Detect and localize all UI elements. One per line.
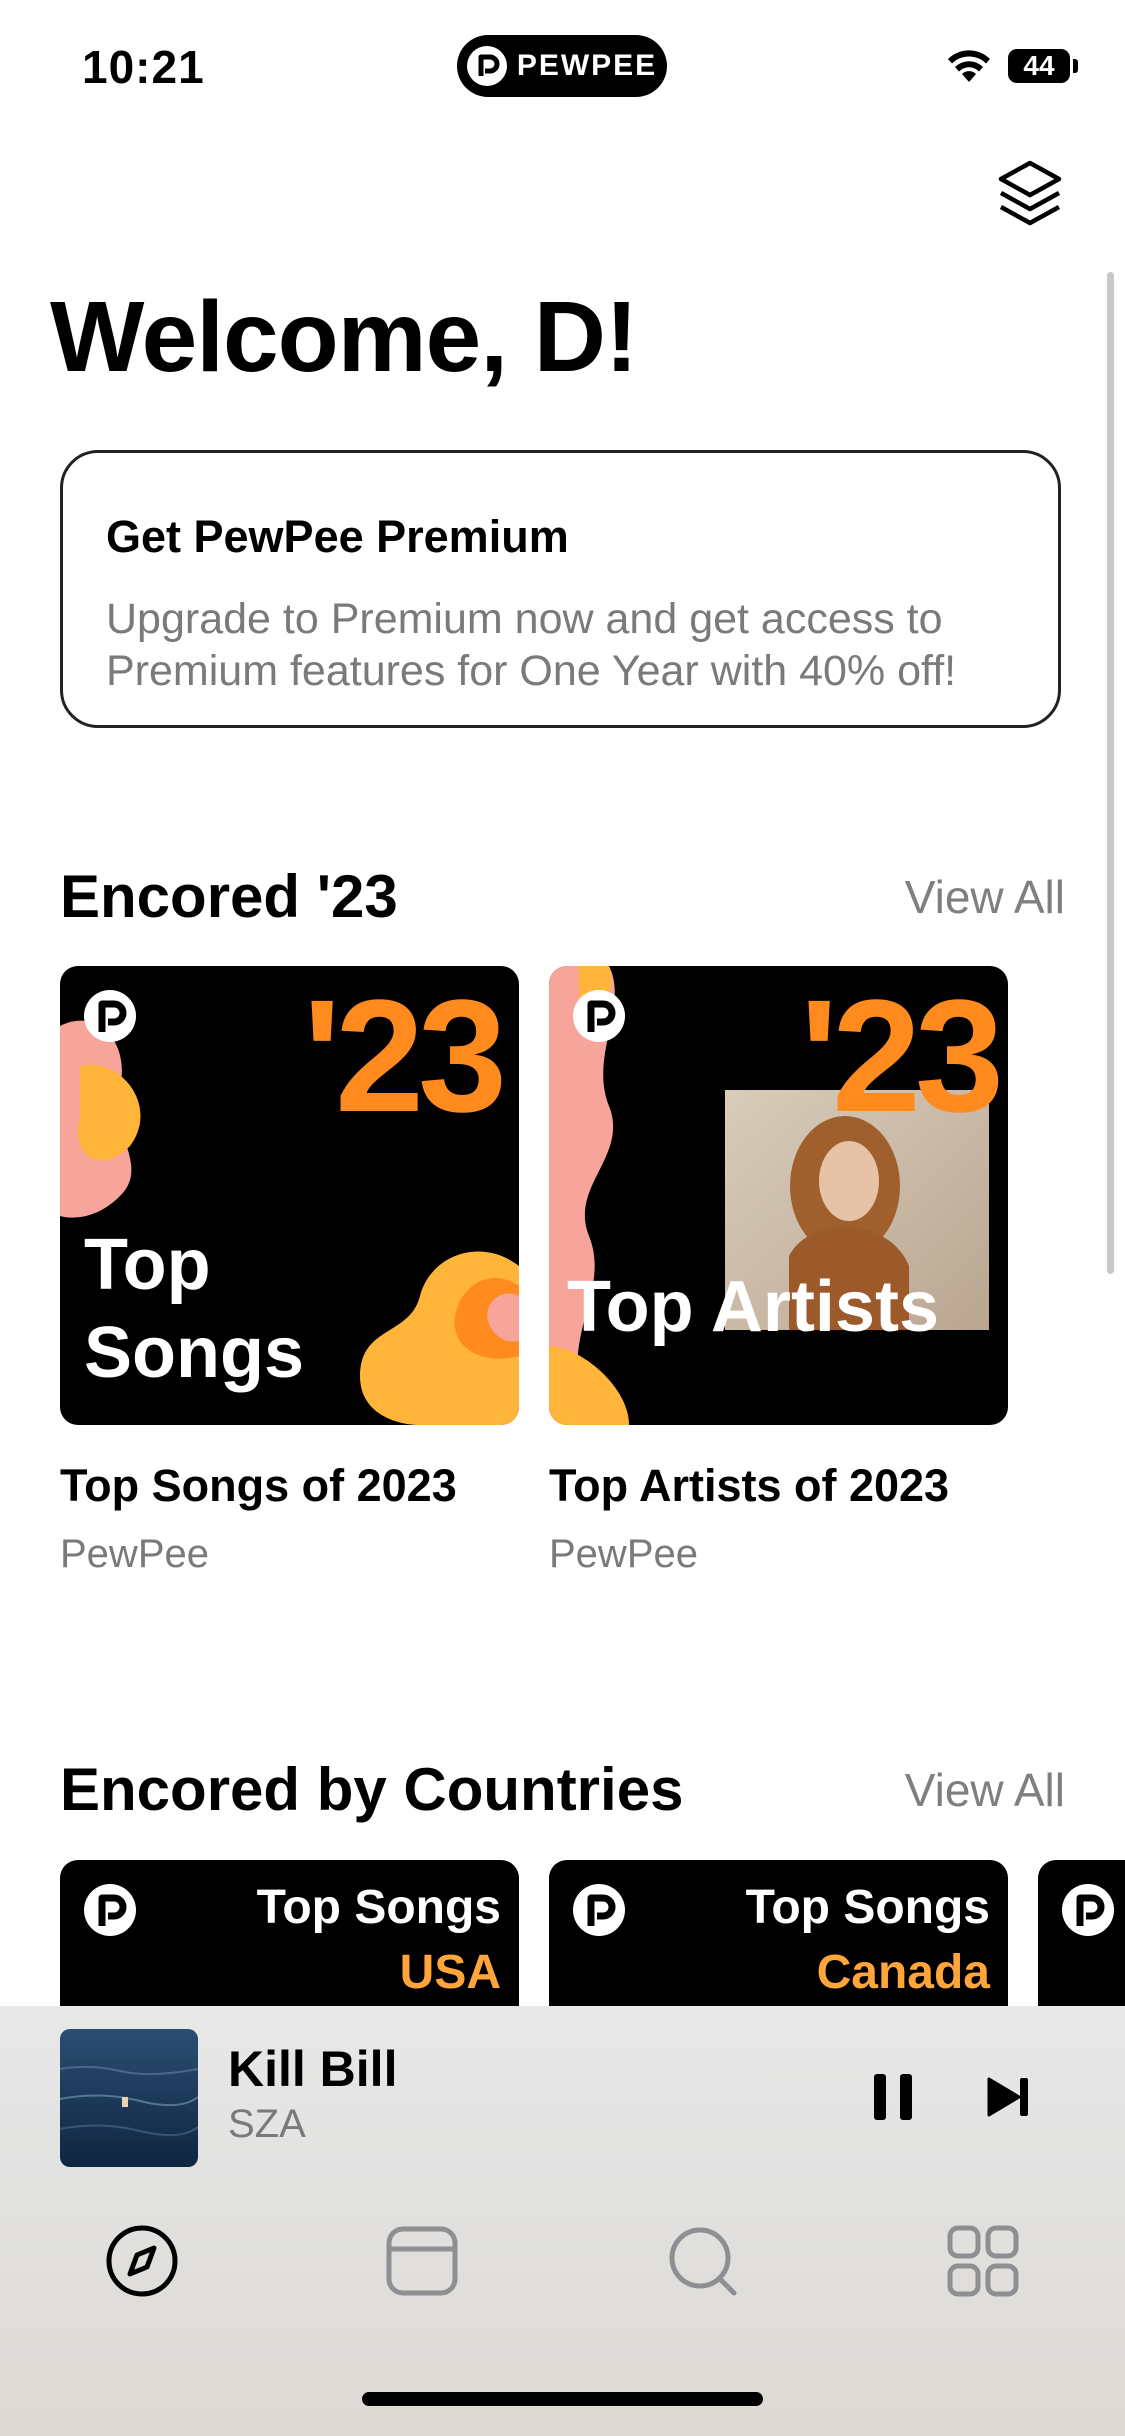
skip-forward-icon[interactable] bbox=[987, 2076, 1031, 2118]
compass-icon[interactable] bbox=[97, 2216, 187, 2306]
pewpee-logo-icon bbox=[571, 1882, 627, 1938]
tile-subtitle-top-songs: PewPee bbox=[60, 1532, 209, 1576]
search-icon[interactable] bbox=[658, 2216, 748, 2306]
art-label-top-artists: Top Artists bbox=[567, 1267, 939, 1347]
country-tile-country: USA bbox=[399, 1946, 501, 1999]
country-tile-country: Canada bbox=[816, 1946, 990, 1999]
wifi-icon bbox=[948, 50, 990, 82]
island-label: PEWPEE bbox=[516, 49, 658, 82]
layers-icon[interactable] bbox=[995, 158, 1065, 230]
art-year-label: '23 bbox=[302, 966, 507, 1145]
pewpee-logo-icon bbox=[82, 988, 138, 1044]
view-all-encored-countries[interactable]: View All bbox=[905, 1763, 1065, 1817]
art-year-label: '23 bbox=[799, 966, 1004, 1145]
country-tile-label: Top Songs bbox=[745, 1881, 990, 1934]
tile-caption-top-artists[interactable]: Top Artists of 2023 bbox=[549, 1460, 949, 1512]
home-indicator[interactable] bbox=[362, 2392, 763, 2406]
top-songs-canada-tile[interactable]: Top Songs Canada bbox=[549, 1860, 1008, 2020]
status-time: 10:21 bbox=[82, 41, 205, 93]
pewpee-logo-icon bbox=[82, 1882, 138, 1938]
section-title-encored-countries: Encored by Countries bbox=[60, 1756, 684, 1823]
view-all-encored-23[interactable]: View All bbox=[905, 870, 1065, 924]
section-title-encored-23: Encored '23 bbox=[60, 863, 398, 930]
top-artists-2023-artwork[interactable]: '23 Top Artists bbox=[549, 966, 1008, 1425]
library-icon[interactable] bbox=[377, 2216, 467, 2306]
tile-caption-top-songs[interactable]: Top Songs of 2023 bbox=[60, 1460, 457, 1512]
pewpee-logo-icon bbox=[1060, 1882, 1116, 1938]
tile-subtitle-top-artists: PewPee bbox=[549, 1532, 698, 1576]
grid-icon[interactable] bbox=[938, 2216, 1028, 2306]
premium-title: Get PewPee Premium bbox=[106, 511, 569, 562]
premium-description: Upgrade to Premium now and get access to… bbox=[106, 595, 957, 695]
pewpee-logo-icon bbox=[571, 988, 627, 1044]
now-playing-title[interactable]: Kill Bill bbox=[228, 2040, 397, 2098]
art-label-songs: Songs bbox=[84, 1313, 305, 1393]
battery-indicator: 44 bbox=[1008, 49, 1070, 83]
now-playing-artist[interactable]: SZA bbox=[228, 2102, 306, 2147]
pewpee-logo-icon bbox=[466, 46, 507, 86]
scroll-indicator[interactable] bbox=[1107, 272, 1114, 1274]
top-songs-usa-tile[interactable]: Top Songs USA bbox=[60, 1860, 519, 2020]
album-art-image bbox=[60, 2029, 198, 2167]
country-tile-label: Top Songs bbox=[256, 1881, 501, 1934]
top-songs-2023-artwork[interactable]: '23 Top Songs bbox=[60, 966, 519, 1425]
premium-promo-card[interactable]: Get PewPee Premium Upgrade to Premium no… bbox=[60, 450, 1061, 728]
battery-tip bbox=[1073, 59, 1078, 73]
dynamic-island: PEWPEE bbox=[457, 35, 667, 97]
album-art-kill-bill[interactable] bbox=[60, 2029, 198, 2167]
pause-icon[interactable] bbox=[872, 2072, 914, 2122]
next-country-tile[interactable] bbox=[1038, 1860, 1125, 2020]
art-label-top: Top bbox=[84, 1225, 211, 1305]
page-title: Welcome, D! bbox=[50, 281, 638, 393]
